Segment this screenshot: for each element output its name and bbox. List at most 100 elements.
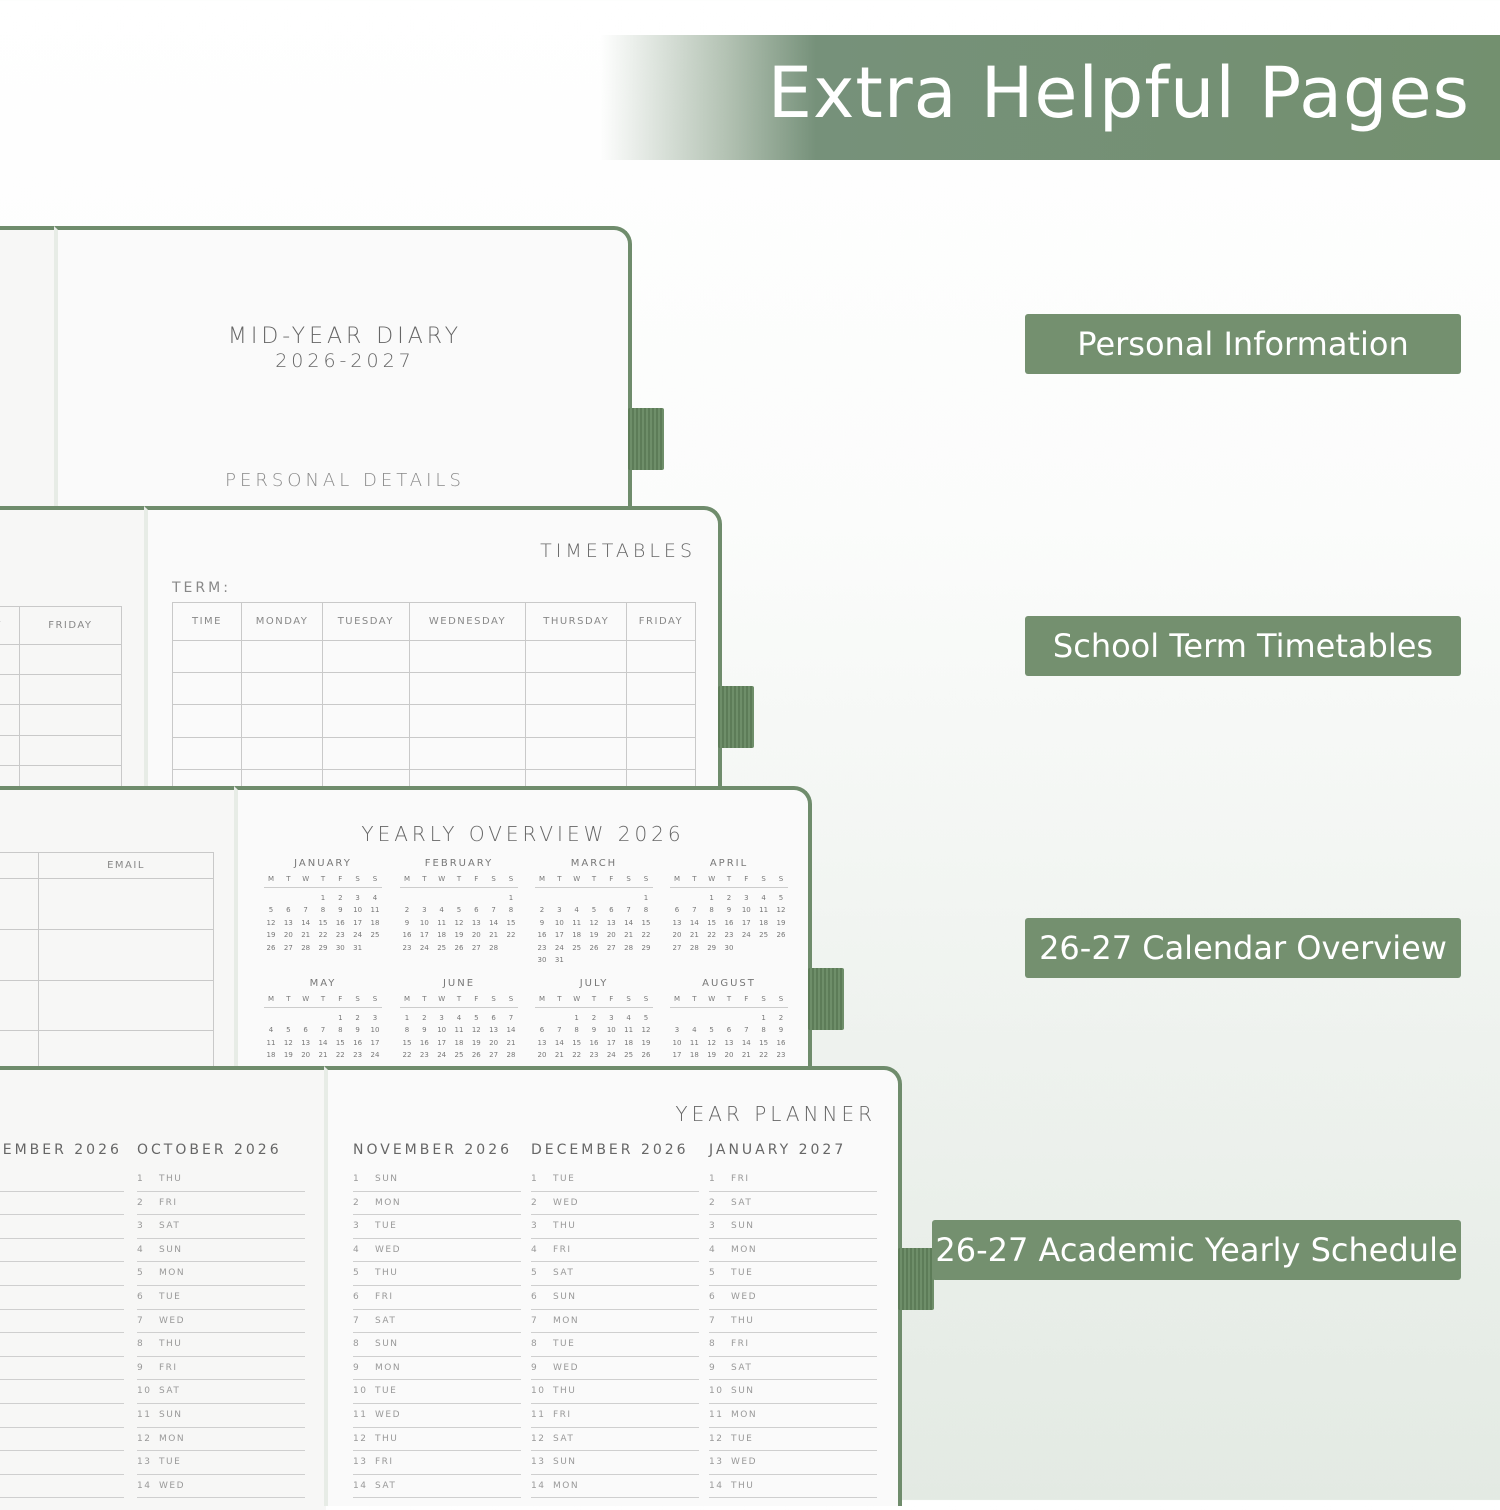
day-number: 3 xyxy=(355,894,360,902)
weekday-name: THU xyxy=(731,1315,755,1326)
day-number: 29 xyxy=(318,943,328,952)
day-number: 7 xyxy=(744,1026,749,1035)
day-number: 2 xyxy=(137,1197,145,1208)
day-number: 4 xyxy=(692,1026,697,1035)
planner-day-row xyxy=(0,1262,124,1286)
day-number: 16 xyxy=(724,918,734,927)
personal-details-heading: PERSONAL DETAILS xyxy=(225,470,465,491)
weekday-label: T xyxy=(456,995,462,1003)
weekday-name: MON xyxy=(731,1244,758,1255)
day-number: 21 xyxy=(624,931,634,940)
day-number: 19 xyxy=(707,1051,717,1060)
day-number: 28 xyxy=(506,1051,516,1060)
column-header: WEDNESDAY xyxy=(408,602,527,641)
week-row: 8 9 10 11 12 13 14 xyxy=(400,1026,518,1038)
week-row: 13 14 15 16 17 18 19 xyxy=(670,919,788,931)
column-header: TUESDAY xyxy=(322,602,410,641)
yearly-overview-title: YEARLY OVERVIEW 2026 xyxy=(361,822,685,846)
month-name: JANUARY xyxy=(294,858,352,869)
day-number: 5 xyxy=(353,1268,361,1279)
day-number xyxy=(452,894,466,906)
planner-day-row: 7 THU xyxy=(709,1310,877,1334)
day-number: 20 xyxy=(471,931,481,940)
weekday-label: W xyxy=(302,995,310,1003)
day-number: 27 xyxy=(489,1051,499,1060)
week-row: 1 2 3 4 5 6 7 xyxy=(400,1014,518,1026)
day-number: 2 xyxy=(422,1014,427,1022)
weekday-name: SAT xyxy=(375,1480,397,1491)
day-number: 16 xyxy=(402,931,412,940)
weekday-label: T xyxy=(286,995,291,1003)
day-number: 12 xyxy=(454,918,464,927)
week-row: 9 10 11 12 13 14 15 xyxy=(535,919,653,931)
planner-day-row: 12 THU xyxy=(353,1428,521,1452)
day-number: 18 xyxy=(624,1038,634,1047)
day-number: 9 xyxy=(778,1026,784,1035)
week-row: 27 28 29 30 xyxy=(670,944,788,956)
planner-day-row: 10 THU xyxy=(531,1380,699,1404)
day-number: 12 xyxy=(266,918,276,927)
weekday-label: S xyxy=(626,875,631,883)
day-number: 7 xyxy=(626,906,631,915)
week-row: 17 18 19 20 21 22 23 xyxy=(670,1051,788,1063)
day-number: 9 xyxy=(531,1362,539,1373)
day-number: 16 xyxy=(419,1038,429,1047)
day-number: 6 xyxy=(539,1026,545,1035)
day-number: 2 xyxy=(778,1014,784,1022)
day-number: 22 xyxy=(335,1051,345,1060)
day-number: 3 xyxy=(674,1026,680,1035)
day-number: 14 xyxy=(506,1026,516,1035)
day-number: 14 xyxy=(353,1480,368,1491)
weekday-label: T xyxy=(286,875,291,883)
weekday-name: WED xyxy=(159,1315,186,1326)
day-number: 23 xyxy=(776,1051,786,1060)
planner-day-row: 8 TUE xyxy=(531,1333,699,1357)
day-number: 17 xyxy=(554,931,564,940)
day-number: 8 xyxy=(508,906,514,915)
weekday-label: M xyxy=(403,995,411,1003)
week-row: 4 5 6 7 8 9 10 xyxy=(264,1026,382,1038)
day-number: 15 xyxy=(641,918,651,927)
tag-academic-yearly-schedule: 26-27 Academic Yearly Schedule xyxy=(932,1220,1461,1280)
day-number: 12 xyxy=(709,1433,724,1444)
weekday-label: S xyxy=(626,995,631,1003)
week-row: 15 16 17 18 19 20 21 xyxy=(400,1039,518,1051)
weekday-name: SAT xyxy=(731,1362,753,1373)
day-number: 8 xyxy=(320,906,326,915)
day-number: 8 xyxy=(574,1026,579,1035)
month-calendar: JUNE M T W T F S S 1 2 3 4 5 6 7 8 9 10 11 12 13 14 15 16 17 18 19… xyxy=(400,978,518,1064)
day-number: 13 xyxy=(709,1457,724,1468)
planner-day-row: 14 WED xyxy=(137,1475,305,1499)
weekday-label: S xyxy=(355,875,360,883)
day-number: 2 xyxy=(531,1197,539,1208)
weekday-label: W xyxy=(438,875,446,883)
weekday-name: FRI xyxy=(731,1339,750,1350)
planner-day-row xyxy=(0,1380,124,1404)
day-number: 19 xyxy=(589,931,599,940)
day-number xyxy=(739,1014,753,1026)
weekday-label: W xyxy=(573,875,581,883)
weekday-name: THU xyxy=(375,1433,399,1444)
weekday-header: MTWTFSS xyxy=(535,995,653,1008)
week-row: 13 14 15 16 17 18 19 xyxy=(535,1039,653,1051)
day-number: 18 xyxy=(266,1051,276,1060)
day-number xyxy=(570,956,584,968)
day-number: 3 xyxy=(557,906,562,915)
day-number: 9 xyxy=(726,906,732,915)
day-number: 17 xyxy=(606,1038,616,1047)
weekday-name: FRI xyxy=(159,1197,178,1208)
column-header: FRIDAY xyxy=(18,606,123,645)
planner-day-row xyxy=(0,1475,124,1499)
day-number: 6 xyxy=(474,906,479,915)
weekday-name: SUN xyxy=(731,1386,755,1397)
day-number: 2 xyxy=(353,1197,361,1208)
day-number: 11 xyxy=(454,1026,464,1035)
day-number: 10 xyxy=(672,1038,682,1047)
day-number: 14 xyxy=(489,918,499,927)
weekday-label: T xyxy=(557,875,562,883)
day-number: 16 xyxy=(776,1038,786,1047)
day-number: 14 xyxy=(741,1038,751,1047)
weekday-label: T xyxy=(320,995,326,1003)
day-number: 10 xyxy=(137,1386,152,1397)
planner-day-row: 5 TUE xyxy=(709,1262,877,1286)
